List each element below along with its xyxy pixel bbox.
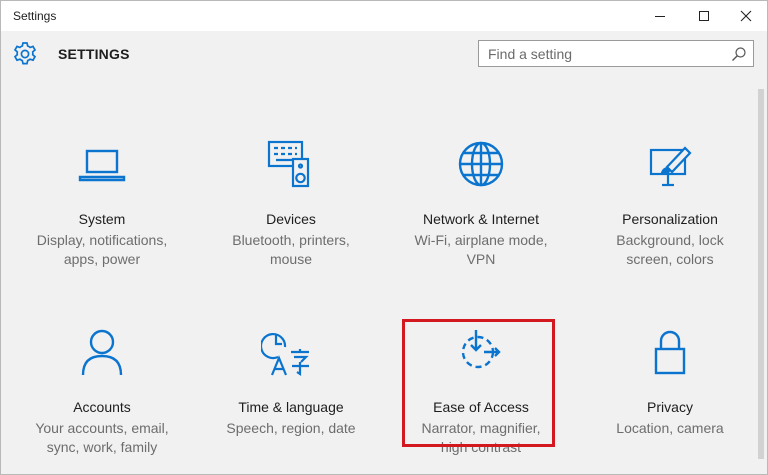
time-language-icon bbox=[261, 332, 309, 377]
tile-description: Your accounts, email, sync, work, family bbox=[35, 420, 169, 455]
search-input[interactable] bbox=[479, 41, 725, 66]
tile-title: Time & language bbox=[238, 399, 344, 415]
tile-title: Privacy bbox=[647, 399, 693, 415]
scrollbar[interactable] bbox=[755, 77, 767, 474]
tile-network-internet[interactable]: Network & Internet Wi-Fi, airplane mode,… bbox=[401, 139, 561, 289]
maximize-button[interactable] bbox=[681, 1, 727, 31]
tile-title: Network & Internet bbox=[423, 211, 539, 227]
devices-icon bbox=[267, 140, 310, 188]
tile-time-language[interactable]: Time & language Speech, region, date bbox=[211, 327, 371, 474]
settings-window: Settings SETTINGS Find a setting System … bbox=[0, 0, 768, 475]
title-bar[interactable]: Settings bbox=[1, 1, 767, 31]
personalization-icon bbox=[649, 146, 692, 187]
globe-icon bbox=[458, 141, 504, 187]
search-icon[interactable] bbox=[731, 46, 747, 62]
tile-description: Display, notifications, apps, power bbox=[36, 232, 168, 267]
tile-devices[interactable]: Devices Bluetooth, printers, mouse bbox=[211, 139, 371, 289]
tile-personalization[interactable]: Personalization Background, lock screen, … bbox=[590, 139, 750, 289]
page-title: SETTINGS bbox=[58, 46, 130, 62]
tile-description: Wi-Fi, airplane mode, VPN bbox=[414, 232, 548, 267]
scrollbar-thumb[interactable] bbox=[758, 89, 764, 459]
close-button[interactable] bbox=[723, 1, 767, 31]
tile-accounts[interactable]: Accounts Your accounts, email, sync, work… bbox=[22, 327, 182, 474]
tile-system[interactable]: System Display, notifications, apps, powe… bbox=[22, 139, 182, 289]
close-icon bbox=[740, 10, 752, 22]
person-icon bbox=[81, 329, 123, 376]
minimize-button[interactable] bbox=[637, 1, 683, 31]
laptop-icon bbox=[78, 149, 126, 182]
tile-title: Devices bbox=[266, 211, 316, 227]
tile-description: Speech, region, date bbox=[226, 420, 356, 436]
search-box[interactable] bbox=[478, 40, 754, 67]
tile-privacy[interactable]: Privacy Location, camera bbox=[590, 327, 750, 474]
highlight-box bbox=[402, 319, 555, 447]
tile-description: Location, camera bbox=[616, 420, 724, 436]
tile-description: Background, lock screen, colors bbox=[616, 232, 724, 267]
tile-title: Personalization bbox=[622, 211, 718, 227]
tile-title: System bbox=[78, 211, 126, 227]
tile-title: Accounts bbox=[73, 399, 131, 415]
gear-icon bbox=[13, 42, 37, 65]
maximize-icon bbox=[699, 11, 709, 21]
lock-icon bbox=[654, 330, 686, 375]
tile-description: Bluetooth, printers, mouse bbox=[232, 232, 350, 267]
window-title: Settings bbox=[13, 9, 57, 23]
minimize-icon bbox=[655, 16, 665, 17]
